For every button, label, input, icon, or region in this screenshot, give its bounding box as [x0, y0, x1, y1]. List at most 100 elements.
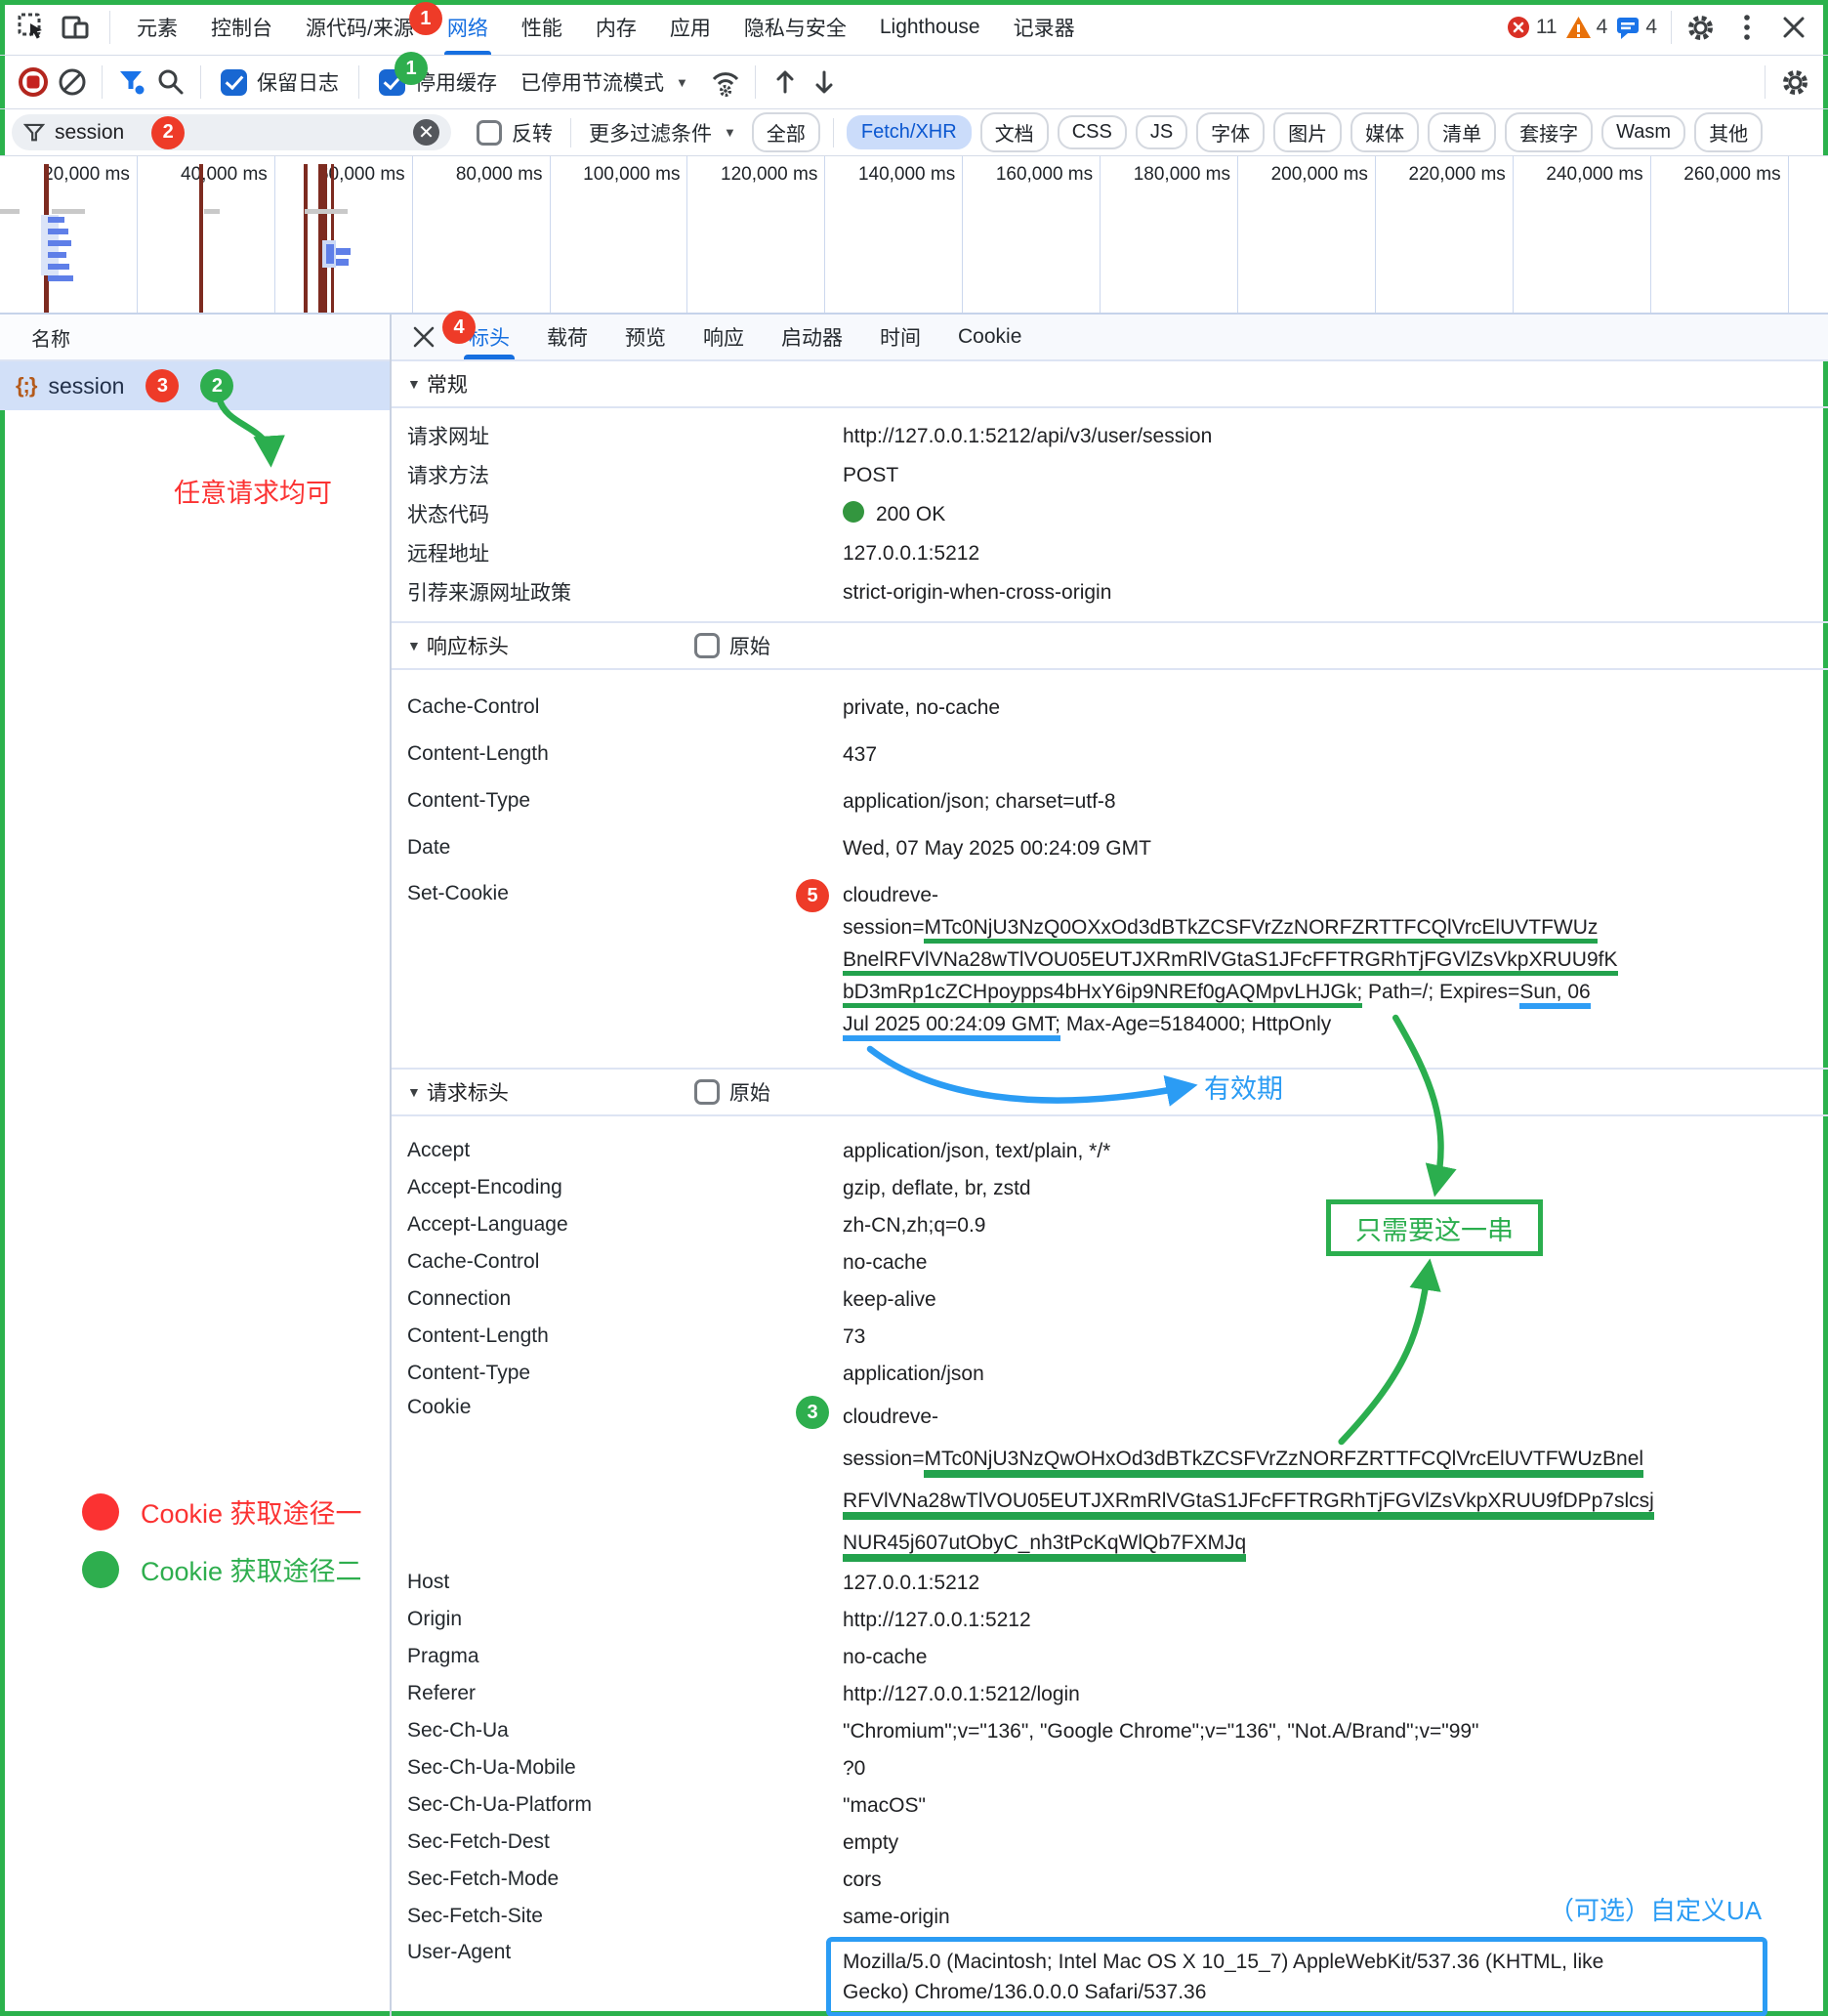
device-toolbar-icon[interactable] [57, 9, 94, 46]
detail-tab-启动器[interactable]: 启动器 [763, 315, 861, 359]
section-header[interactable]: ▼请求标头原始 [392, 1070, 1828, 1116]
section-header[interactable]: ▼响应标头原始 [392, 623, 1828, 670]
filter-funnel-small-icon [23, 122, 45, 144]
pill-js[interactable]: JS [1136, 115, 1187, 149]
header-key: Cookie [407, 1396, 843, 1419]
more-filters-dropdown[interactable]: 更多过滤条件 ▼ [589, 118, 736, 147]
tab-Lighthouse[interactable]: Lighthouse [863, 0, 997, 55]
import-har-icon[interactable] [766, 63, 805, 102]
pill--[interactable]: 媒体 [1350, 112, 1419, 152]
value-line: application/json [843, 1358, 1828, 1390]
detail-tab-Cookie[interactable]: Cookie [939, 315, 1040, 359]
request-row-session[interactable]: {;} session 3 2 [0, 361, 390, 410]
pill--[interactable]: 其他 [1694, 112, 1763, 152]
raw-label: 原始 [729, 631, 770, 660]
section-title: 请求标头 [427, 1077, 509, 1107]
network-conditions-icon[interactable] [706, 63, 745, 102]
filter-funnel-icon[interactable] [112, 63, 151, 102]
raw-headers-toggle[interactable]: 原始 [694, 631, 770, 660]
pill--[interactable]: 字体 [1196, 112, 1265, 152]
pill-css[interactable]: CSS [1058, 115, 1127, 149]
detail-tab-标头[interactable]: 标头4 [450, 315, 528, 359]
filter-input[interactable]: session 2 ✕ [12, 114, 451, 150]
clear-network-log-button[interactable] [53, 63, 92, 102]
tab-控制台[interactable]: 控制台 [194, 0, 289, 55]
value-line: NUR45j607utObyC_nh3tPcKqWlQb7FXMJq [843, 1522, 1828, 1564]
name-column-header[interactable]: 名称 [0, 315, 390, 361]
pill-wasm[interactable]: Wasm [1601, 115, 1685, 149]
raw-headers-toggle[interactable]: 原始 [694, 1077, 770, 1107]
tab-应用[interactable]: 应用 [653, 0, 727, 55]
search-icon[interactable] [151, 63, 190, 102]
detail-tab-时间[interactable]: 时间 [861, 315, 939, 359]
header-value: private, no-cache [843, 692, 1828, 724]
section--: ▼常规请求网址http://127.0.0.1:5212/api/v3/user… [392, 361, 1828, 623]
tab-元素[interactable]: 元素 [120, 0, 194, 55]
warning-counter[interactable]: 4 [1565, 15, 1608, 40]
issues-counter[interactable]: 4 [1615, 15, 1657, 40]
value-segment: gzip, deflate, br, zstd [843, 1177, 1031, 1199]
close-devtools-icon[interactable] [1775, 9, 1812, 46]
header-value: Wed, 07 May 2025 00:24:09 GMT [843, 832, 1828, 864]
issues-icon [1615, 15, 1641, 40]
error-counter[interactable]: 11 [1506, 15, 1558, 40]
header-value: strict-origin-when-cross-origin [843, 576, 1828, 609]
tab-性能[interactable]: 性能 [505, 0, 579, 55]
invert-filter-toggle[interactable]: 反转 [477, 118, 553, 147]
value-line: 73 [843, 1321, 1828, 1353]
header-row: Cache-Controlno-cache [392, 1243, 1828, 1281]
pill--[interactable]: 套接字 [1505, 112, 1593, 152]
more-options-kebab-icon[interactable] [1728, 9, 1766, 46]
tab-隐私与安全[interactable]: 隐私与安全 [727, 0, 863, 55]
divider [102, 65, 103, 99]
section-header[interactable]: ▼常规 [392, 361, 1828, 408]
export-har-icon[interactable] [805, 63, 844, 102]
value-segment: empty [843, 1831, 898, 1854]
network-settings-gear-icon[interactable] [1775, 63, 1814, 102]
throttling-select[interactable]: 已停用节流模式 ▼ [517, 67, 688, 97]
inspect-element-icon[interactable] [14, 9, 51, 46]
header-key: Date [407, 836, 843, 860]
clear-filter-icon[interactable]: ✕ [413, 119, 439, 146]
header-value: zh-CN,zh;q=0.9 [843, 1209, 1828, 1241]
header-value: no-cache [843, 1641, 1828, 1673]
value-segment: Jul 2025 00:24:09 GMT; [843, 1013, 1060, 1041]
value-segment: zh-CN,zh;q=0.9 [843, 1214, 986, 1237]
annotation-step-badge-green: 3 [796, 1396, 829, 1429]
value-segment: 127.0.0.1:5212 [843, 542, 979, 565]
value-segment: "macOS" [843, 1794, 926, 1817]
waterfall-request-bar [48, 229, 68, 234]
pill--[interactable]: 清单 [1428, 112, 1496, 152]
header-value: keep-alive [843, 1283, 1828, 1316]
pill--[interactable]: 全部 [752, 112, 820, 152]
stop-recording-button[interactable] [14, 63, 53, 102]
divider [1765, 65, 1766, 99]
header-row: Refererhttp://127.0.0.1:5212/login [392, 1675, 1828, 1712]
divider [755, 65, 756, 99]
value-segment: keep-alive [843, 1288, 936, 1311]
json-request-icon: {;} [16, 373, 36, 399]
settings-gear-icon[interactable] [1682, 9, 1719, 46]
tab-记录器[interactable]: 记录器 [997, 0, 1092, 55]
value-line: 200 OK [843, 498, 1828, 530]
header-key: Accept [407, 1139, 843, 1162]
header-key: 远程地址 [407, 538, 843, 567]
pill--[interactable]: 图片 [1273, 112, 1342, 152]
tab-源代码/来源[interactable]: 源代码/来源1 [289, 0, 431, 55]
value-segment: Wed, 07 May 2025 00:24:09 GMT [843, 837, 1151, 860]
pill-fetch-xhr[interactable]: Fetch/XHR [847, 115, 972, 149]
tab-网络[interactable]: 网络 [431, 0, 505, 55]
detail-tab-响应[interactable]: 响应 [685, 315, 763, 359]
disable-cache-toggle[interactable]: 1 停用缓存 [379, 67, 497, 97]
preserve-log-toggle[interactable]: 保留日志 [221, 67, 339, 97]
detail-tab-预览[interactable]: 预览 [606, 315, 685, 359]
tab-内存[interactable]: 内存 [579, 0, 653, 55]
value-line: Gecko) Chrome/136.0.0.0 Safari/537.36 [843, 1977, 1751, 2007]
network-overview-timeline[interactable]: 20,000 ms40,000 ms60,000 ms80,000 ms100,… [0, 156, 1828, 315]
divider [833, 118, 834, 147]
detail-tab-载荷[interactable]: 载荷 [528, 315, 606, 359]
pill--[interactable]: 文档 [980, 112, 1049, 152]
header-row: 引荐来源网址政策strict-origin-when-cross-origin [392, 572, 1828, 611]
close-details-icon[interactable] [401, 315, 446, 359]
header-key: Cache-Control [407, 695, 843, 719]
